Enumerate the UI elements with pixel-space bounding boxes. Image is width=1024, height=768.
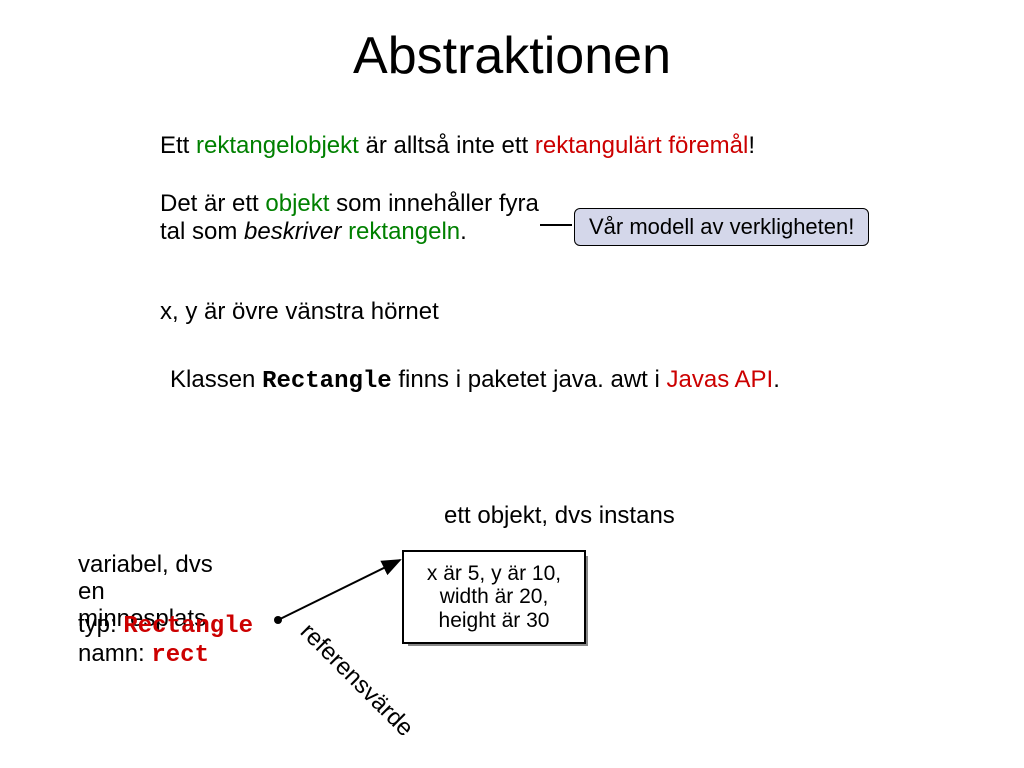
callout-model: Vår modell av verkligheten! [574, 208, 869, 246]
code-rectangle: Rectangle [262, 368, 392, 395]
text: en [78, 579, 253, 606]
text: . [460, 218, 467, 245]
text-rektangulart-foremal: rektangulärt föremål [535, 132, 748, 159]
code-name-rect: rect [151, 642, 209, 669]
text-objekt: objekt [265, 190, 329, 217]
text: är alltså inte ett [359, 132, 535, 159]
text: ! [748, 132, 755, 159]
text-typ: typ: [78, 611, 123, 638]
text-beskriver: beskriver [244, 218, 341, 245]
row-namn: namn: rect [78, 641, 253, 670]
obj-line3: height är 30 [404, 609, 584, 632]
text: Det är ett [160, 190, 265, 217]
label-instans: ett objekt, dvs instans [444, 502, 675, 530]
text-javas-api: Javas API [667, 366, 774, 393]
text: Ett [160, 132, 196, 159]
object-box: x är 5, y är 10, width är 20, height är … [402, 550, 586, 644]
row-minnesplats-typ: minnesplats typ: Rectangle [78, 606, 253, 635]
text-namn: namn: [78, 640, 151, 667]
text: finns i paketet java. awt i [392, 366, 667, 393]
intro-sentence: Ett rektangelobjekt är alltså inte ett r… [160, 132, 755, 160]
variable-block: variabel, dvs en minnesplats typ: Rectan… [78, 552, 253, 670]
label-referensvarde: referensvärde [294, 618, 419, 743]
code-type-rectangle: Rectangle [123, 613, 253, 640]
text-class-info: Klassen Rectangle finns i paketet java. … [170, 366, 830, 396]
slide-title: Abstraktionen [0, 26, 1024, 86]
description-object: Det är ett objekt som innehåller fyra ta… [160, 190, 540, 245]
text: variabel, dvs [78, 552, 253, 579]
text-xy-corner: x, y är övre vänstra hörnet [160, 298, 439, 326]
text: . [773, 366, 780, 393]
slide: Abstraktionen Ett rektangelobjekt är all… [0, 0, 1024, 768]
text-rektangeln: rektangeln [348, 218, 460, 245]
text-rektangelobjekt: rektangelobjekt [196, 132, 359, 159]
obj-line2: width är 20, [404, 585, 584, 608]
obj-line1: x är 5, y är 10, [404, 562, 584, 585]
text: Klassen [170, 366, 262, 393]
